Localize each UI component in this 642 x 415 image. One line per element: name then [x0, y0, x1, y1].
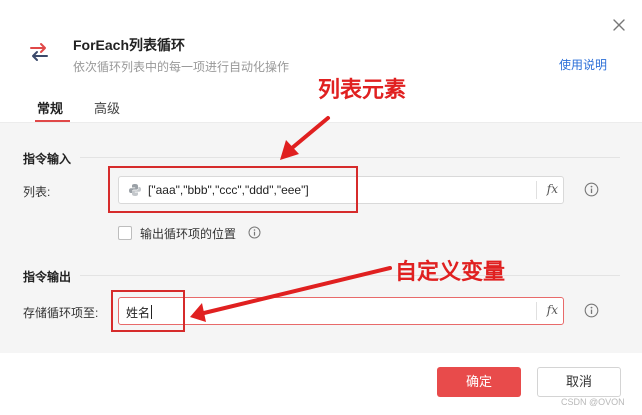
annotation-list-elements: 列表元素	[318, 77, 407, 102]
annotation-arrows	[190, 116, 392, 322]
cancel-button[interactable]: 取消	[537, 367, 621, 397]
annotation-custom-variable: 自定义变量	[395, 259, 506, 284]
watermark: CSDN @OVON	[561, 397, 625, 407]
confirm-button[interactable]: 确定	[437, 367, 521, 397]
foreach-dialog: ForEach列表循环 依次循环列表中的每一项进行自动化操作 使用说明 常规 高…	[0, 0, 642, 415]
